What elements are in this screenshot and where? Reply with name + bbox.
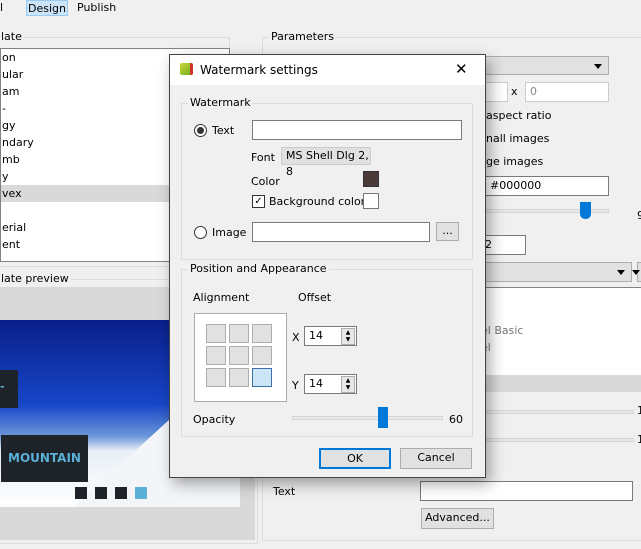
group-caption: late preview — [0, 272, 71, 285]
opacity-slider[interactable] — [292, 416, 443, 420]
y-offset-value: 14 — [309, 377, 323, 390]
opacity-label: Opacity — [193, 413, 236, 426]
list-item-selected[interactable]: s — [481, 375, 641, 392]
watermark-dialog: Watermark settings ✕ Watermark Text Font… — [169, 54, 486, 478]
bg-color-label[interactable]: Background color — [269, 195, 365, 208]
slider-2[interactable] — [480, 438, 634, 442]
bg-color-checkbox[interactable]: ✓ — [252, 195, 265, 208]
image-path-input[interactable] — [252, 222, 430, 242]
group-caption: Position and Appearance — [188, 262, 329, 275]
title-bar[interactable]: Watermark settings ✕ — [170, 55, 485, 85]
alignment-cell[interactable] — [252, 324, 272, 343]
tab-publish[interactable]: Publish — [77, 0, 116, 16]
slider-1-value: 1 — [637, 404, 641, 417]
group-caption: late — [0, 30, 24, 43]
group-caption: Watermark — [188, 96, 253, 109]
x-offset-spinner[interactable]: 14 ▲ ▼ — [304, 326, 357, 346]
list-item[interactable]: el Basic — [481, 324, 523, 337]
spin-arrows-icon[interactable]: ▲ ▼ — [341, 328, 355, 345]
dialog-title: Watermark settings — [200, 63, 318, 77]
slide-dot-active[interactable] — [135, 487, 147, 499]
alignment-cell[interactable] — [206, 324, 226, 343]
text-radio-label[interactable]: Text — [212, 124, 234, 137]
param-slider-thumb[interactable] — [580, 202, 591, 219]
x-label: X — [292, 331, 300, 344]
alignment-cell[interactable] — [229, 346, 249, 365]
banner-title: MOUNTAIN — [1, 435, 88, 482]
tab-design[interactable]: Design — [26, 0, 68, 16]
side-dropdown[interactable] — [632, 262, 641, 282]
alignment-cell-selected[interactable] — [252, 368, 272, 387]
slide-dot[interactable] — [115, 487, 127, 499]
bg-color-swatch[interactable] — [363, 193, 379, 209]
x-offset-value: 14 — [309, 329, 323, 342]
text-input[interactable] — [420, 481, 633, 501]
color-label: Color — [251, 175, 280, 188]
text-radio[interactable] — [194, 124, 207, 137]
alignment-cell[interactable] — [229, 368, 249, 387]
y-label: Y — [292, 379, 299, 392]
large-images-label[interactable]: ge images — [486, 155, 543, 168]
browse-button[interactable]: ... — [436, 222, 459, 241]
cancel-button[interactable]: Cancel — [400, 448, 472, 469]
font-button[interactable]: MS Shell Dlg 2, 8 — [281, 147, 371, 178]
slider-value: 9 — [637, 209, 641, 222]
app-icon — [180, 63, 193, 75]
image-radio[interactable] — [194, 226, 207, 239]
style-dropdown[interactable] — [480, 262, 632, 282]
slide-dot[interactable] — [95, 487, 107, 499]
offset-label: Offset — [298, 291, 332, 304]
color-input[interactable]: #000000 — [485, 176, 609, 196]
slider-1[interactable] — [480, 410, 634, 414]
style-list[interactable]: el Basic el s — [480, 287, 641, 392]
banner-small: - — [0, 370, 18, 408]
tab-prev[interactable]: l — [0, 0, 3, 16]
y-offset-spinner[interactable]: 14 ▲ ▼ — [304, 374, 357, 394]
number-input[interactable]: 2 — [480, 235, 526, 255]
spin-arrows-icon[interactable]: ▲ ▼ — [341, 376, 355, 393]
ok-button[interactable]: OK — [319, 448, 391, 469]
alignment-cell[interactable] — [252, 346, 272, 365]
height-spinner[interactable]: 0 — [525, 82, 609, 102]
advanced-button[interactable]: Advanced... — [421, 508, 494, 529]
param-dropdown[interactable] — [480, 56, 609, 75]
group-caption: Parameters — [269, 30, 336, 43]
alignment-cell[interactable] — [206, 346, 226, 365]
image-radio-label[interactable]: Image — [212, 226, 246, 239]
alignment-cell[interactable] — [229, 324, 249, 343]
slider-2-value: 1 — [637, 433, 641, 446]
size-x-label: x — [511, 85, 518, 98]
aspect-ratio-label[interactable]: aspect ratio — [486, 109, 551, 122]
alignment-cell[interactable] — [206, 368, 226, 387]
font-label: Font — [251, 151, 275, 164]
alignment-label: Alignment — [193, 291, 250, 304]
opacity-slider-thumb[interactable] — [377, 407, 388, 428]
color-swatch[interactable] — [363, 171, 379, 187]
opacity-value: 60 — [449, 413, 463, 426]
text-label: Text — [273, 485, 296, 498]
slide-dot[interactable] — [75, 487, 87, 499]
watermark-text-input[interactable] — [252, 120, 462, 140]
close-icon[interactable]: ✕ — [455, 60, 468, 78]
small-images-label[interactable]: nall images — [486, 132, 549, 145]
